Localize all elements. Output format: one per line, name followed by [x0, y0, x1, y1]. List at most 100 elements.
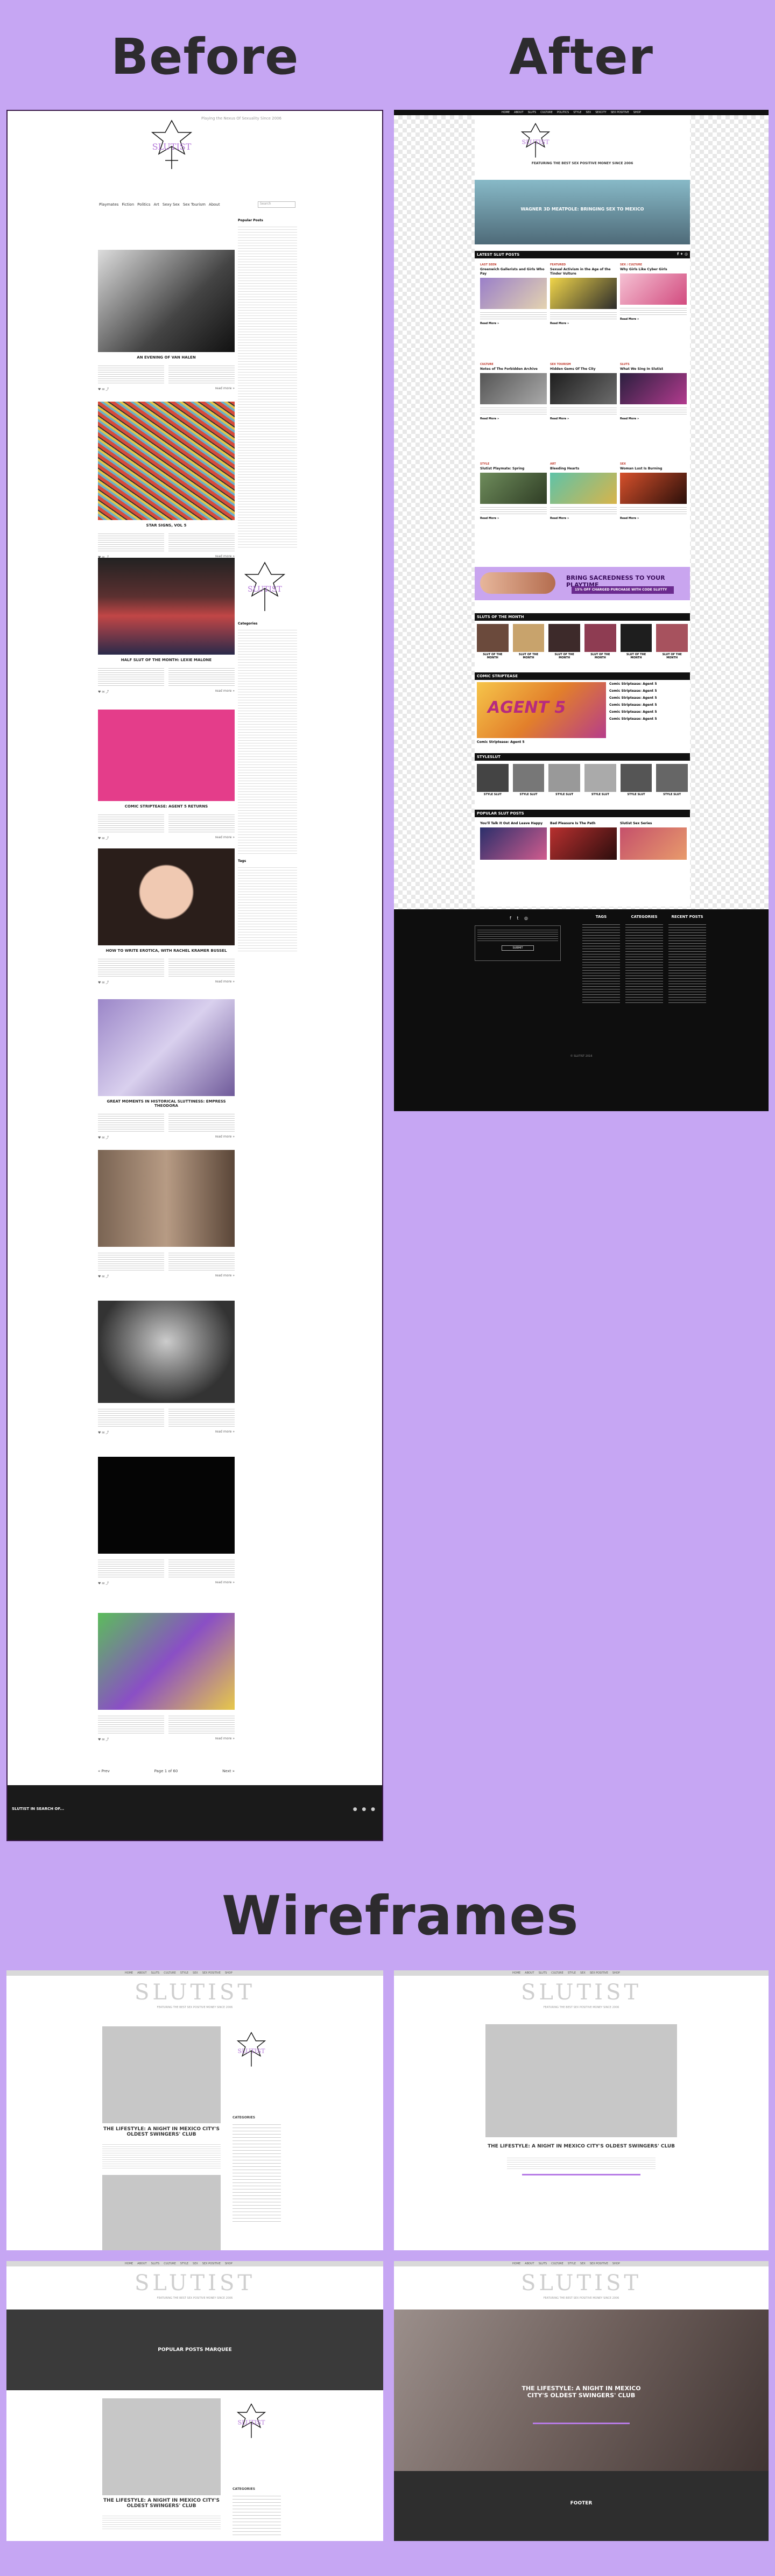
style-caption[interactable]: STYLE SLUT — [621, 793, 652, 796]
post-card[interactable]: STYLE Slutist Playmate: Spring Read More… — [480, 462, 547, 520]
read-more-link[interactable]: read more » — [215, 1274, 235, 1279]
comic-link[interactable]: Comic Striptease: Agent 5 — [609, 710, 688, 714]
post-image[interactable] — [98, 710, 235, 801]
banner-coupon[interactable]: 15% OFF CHARGED PURCHASE WITH CODE SLUTT… — [572, 586, 674, 594]
popular-card[interactable]: Bad Pleasure Is The Path — [550, 822, 617, 860]
next-link[interactable]: Next » — [222, 1769, 235, 1773]
post-category[interactable]: SEX TOURISM — [550, 363, 617, 366]
wf-nav-item[interactable]: SEX — [580, 2262, 586, 2265]
wf-nav-item[interactable]: HOME — [125, 2262, 133, 2265]
wf-nav-item[interactable]: SEX POSITIVE — [590, 1971, 608, 1975]
search-input[interactable]: Search — [258, 201, 295, 208]
nav-item[interactable]: Politics — [137, 202, 150, 209]
post-title[interactable]: STAR SIGNS, VOL 5 — [98, 523, 235, 528]
nav-item[interactable]: SEX — [586, 111, 591, 114]
post-image[interactable] — [550, 278, 617, 309]
wf-nav-item[interactable]: SLUTS — [539, 1971, 547, 1975]
read-more-link[interactable]: Read More » — [480, 322, 547, 325]
post-image[interactable] — [620, 373, 687, 404]
nav-item[interactable]: ABOUT — [514, 111, 523, 114]
wf-nav-item[interactable]: SHOP — [225, 2262, 232, 2265]
wf-logo[interactable]: SLUTIST — [6, 2271, 383, 2296]
wf-nav-item[interactable]: CULTURE — [551, 1971, 563, 1975]
post-title[interactable]: AN EVENING OF VAN HALEN — [98, 355, 235, 360]
slutist-shop-logo-icon[interactable]: SLUTIST — [238, 558, 292, 612]
wf-nav-item[interactable]: SLUTS — [539, 2262, 547, 2265]
post-image[interactable] — [98, 1613, 235, 1710]
nav-item[interactable]: SEX POSITIVE — [611, 111, 629, 114]
wf-nav-item[interactable]: HOME — [125, 1971, 133, 1975]
slut-caption[interactable]: SLUT OF THE MONTH — [656, 653, 688, 659]
read-more-link[interactable]: read more » — [215, 689, 235, 694]
popular-card[interactable]: Slutist Sex Series — [620, 822, 687, 860]
style-caption[interactable]: STYLE SLUT — [548, 793, 580, 796]
prev-link[interactable]: « Prev — [98, 1769, 110, 1773]
post-title[interactable]: COMIC STRIPTEASE: AGENT 5 RETURNS — [98, 804, 235, 809]
nav-item[interactable]: Sexy Sex — [163, 202, 180, 209]
wf-nav-item[interactable]: SEX POSITIVE — [202, 1971, 221, 1975]
post-title[interactable]: HALF SLUT OF THE MONTH: LEXIE MALONE — [98, 658, 235, 662]
wf-nav-item[interactable]: SHOP — [612, 2262, 620, 2265]
post-category[interactable]: STYLE — [480, 462, 547, 466]
comic-link[interactable]: Comic Striptease: Agent 5 — [609, 703, 688, 707]
post-image[interactable] — [480, 473, 547, 504]
post-category[interactable]: LAST SEEN — [480, 263, 547, 266]
comic-link[interactable]: Comic Striptease: Agent 5 — [609, 689, 688, 693]
post-image[interactable] — [480, 278, 547, 309]
post-title[interactable]: What We Sing In Slutist — [620, 367, 687, 371]
post-image[interactable] — [98, 402, 235, 520]
wf-nav-item[interactable]: SHOP — [225, 1971, 232, 1975]
popular-title[interactable]: Bad Pleasure Is The Path — [550, 822, 617, 826]
post-title[interactable]: Slutist Playmate: Spring — [480, 467, 547, 471]
wf-nav-item[interactable]: CULTURE — [551, 2262, 563, 2265]
nav-item[interactable]: POLITICS — [557, 111, 569, 114]
style-card[interactable]: STYLE SLUT — [477, 764, 509, 796]
read-more-link[interactable]: read more » — [215, 836, 235, 840]
nav-item[interactable]: Fiction — [122, 202, 134, 209]
nav-item[interactable]: SHOP — [633, 111, 641, 114]
post-category[interactable]: ART — [550, 462, 617, 466]
post-image[interactable] — [98, 558, 235, 655]
read-more-link[interactable]: Read More » — [550, 417, 617, 420]
post-image[interactable] — [550, 473, 617, 504]
style-card[interactable]: STYLE SLUT — [620, 764, 652, 796]
style-caption[interactable]: STYLE SLUT — [656, 793, 688, 796]
read-more-link[interactable]: read more » — [215, 1737, 235, 1742]
wf-nav-item[interactable]: SEX — [193, 1971, 198, 1975]
post-card[interactable]: SEX Woman Lust Is Burning Read More » — [620, 462, 687, 520]
post-title[interactable]: Woman Lust Is Burning — [620, 467, 687, 471]
comic-link[interactable]: Comic Striptease: Agent 5 — [609, 717, 688, 721]
read-more-link[interactable]: read more » — [215, 387, 235, 391]
wf-nav-item[interactable]: SEX — [193, 2262, 198, 2265]
post-image[interactable] — [480, 373, 547, 404]
slut-caption[interactable]: SLUT OF THE MONTH — [477, 653, 509, 659]
post-title[interactable]: Hidden Gems Of The City — [550, 367, 617, 371]
wf-nav-item[interactable]: SEX POSITIVE — [590, 2262, 608, 2265]
wf-nav-item[interactable]: STYLE — [568, 1971, 576, 1975]
wf-nav-item[interactable]: ABOUT — [137, 1971, 146, 1975]
nav-item[interactable]: SLUTS — [528, 111, 537, 114]
style-card[interactable]: STYLE SLUT — [512, 764, 545, 796]
slut-card[interactable]: SLUT OF THE MONTH — [548, 624, 581, 659]
post-title[interactable]: Notes of The Forbidden Archive — [480, 367, 547, 371]
post-image[interactable] — [98, 848, 235, 945]
social-icons[interactable]: f ✦ ◎ — [677, 252, 688, 256]
social-icons[interactable]: f t ◎ — [510, 916, 530, 921]
comic-link[interactable]: Comic Striptease: Agent 5 — [609, 696, 688, 700]
slut-caption[interactable]: SLUT OF THE MONTH — [513, 653, 545, 659]
read-more-link[interactable]: read more » — [215, 1135, 235, 1140]
nav-item[interactable]: HOME — [502, 111, 510, 114]
nav-item[interactable]: Playmates — [99, 202, 118, 209]
comic-caption[interactable]: Comic Striptease: Agent 5 — [477, 740, 525, 744]
wf-nav-item[interactable]: HOME — [512, 2262, 520, 2265]
nav-item[interactable]: STYLE — [573, 111, 581, 114]
popular-title[interactable]: Slutist Sex Series — [620, 822, 687, 826]
style-caption[interactable]: STYLE SLUT — [584, 793, 616, 796]
post-image[interactable] — [98, 250, 235, 352]
slutist-logo-icon[interactable]: SLUTIST — [517, 121, 554, 158]
read-more-link[interactable]: Read More » — [480, 517, 547, 520]
wf-logo[interactable]: SLUTIST — [6, 1980, 383, 2005]
newsletter-submit-button[interactable]: SUBMIT — [502, 945, 534, 951]
slut-caption[interactable]: SLUT OF THE MONTH — [621, 653, 652, 659]
wf-nav-item[interactable]: ABOUT — [525, 2262, 534, 2265]
